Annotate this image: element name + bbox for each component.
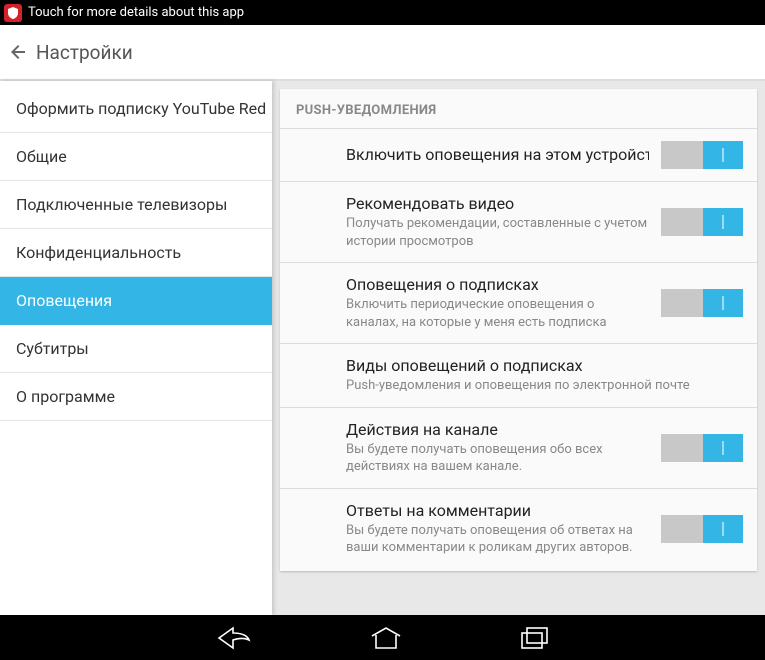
sidebar-item-4[interactable]: Оповещения — [0, 277, 272, 325]
setting-row-3[interactable]: Виды оповещений о подписках Push-уведомле… — [280, 344, 757, 407]
setting-title: Оповещения о подписках — [346, 275, 649, 294]
toggle-knob — [703, 434, 743, 462]
toggle-knob — [703, 141, 743, 169]
toggle-knob — [703, 208, 743, 236]
setting-row-0[interactable]: Включить оповещения на этом устройстве — [280, 129, 757, 181]
sidebar-item-3[interactable]: Конфиденциальность — [0, 229, 272, 277]
setting-subtitle: Включить периодические оповещения о кана… — [346, 296, 649, 331]
toggle-switch[interactable] — [661, 515, 743, 543]
setting-text: Оповещения о подписках Включить периодиче… — [346, 275, 661, 331]
main-panel: PUSH-УВЕДОМЛЕНИЯ Включить оповещения на … — [272, 81, 765, 615]
status-bar-text: Touch for more details about this app — [28, 5, 244, 20]
setting-text: Виды оповещений о подписках Push-уведомле… — [346, 356, 743, 395]
action-bar: Настройки — [0, 25, 765, 81]
setting-row-1[interactable]: Рекомендовать видео Получать рекомендации… — [280, 182, 757, 262]
sidebar-item-label: Общие — [16, 147, 67, 166]
back-icon[interactable] — [8, 42, 28, 62]
navigation-bar — [0, 615, 765, 660]
nav-back-icon[interactable] — [217, 626, 251, 650]
sidebar-item-label: Субтитры — [16, 339, 89, 358]
sidebar-item-label: Оповещения — [16, 291, 112, 310]
setting-text: Включить оповещения на этом устройстве — [346, 145, 661, 166]
toggle-switch[interactable] — [661, 141, 743, 169]
setting-title: Действия на канале — [346, 420, 649, 439]
toggle-switch[interactable] — [661, 208, 743, 236]
sidebar-item-1[interactable]: Общие — [0, 133, 272, 181]
setting-subtitle: Получать рекомендации, составленные с уч… — [346, 215, 649, 250]
section-header: PUSH-УВЕДОМЛЕНИЯ — [280, 89, 757, 128]
shield-icon — [4, 4, 22, 22]
page-title: Настройки — [36, 41, 133, 64]
sidebar-item-label: О программе — [16, 387, 115, 406]
setting-text: Ответы на комментарии Вы будете получать … — [346, 501, 661, 557]
content-area: Оформить подписку YouTube Red Общие Подклю… — [0, 81, 765, 615]
setting-text: Рекомендовать видео Получать рекомендации… — [346, 194, 661, 250]
status-bar[interactable]: Touch for more details about this app — [0, 0, 765, 25]
setting-row-2[interactable]: Оповещения о подписках Включить периодиче… — [280, 263, 757, 343]
setting-row-4[interactable]: Действия на канале Вы будете получать опо… — [280, 408, 757, 488]
setting-title: Виды оповещений о подписках — [346, 356, 731, 375]
sidebar-item-6[interactable]: О программе — [0, 373, 272, 421]
toggle-knob — [703, 289, 743, 317]
setting-text: Действия на канале Вы будете получать опо… — [346, 420, 661, 476]
sidebar-item-label: Подключенные телевизоры — [16, 195, 227, 214]
sidebar-item-label: Конфиденциальность — [16, 243, 181, 262]
nav-home-icon[interactable] — [371, 627, 401, 649]
setting-subtitle: Вы будете получать оповещения обо всех д… — [346, 441, 649, 476]
sidebar-item-2[interactable]: Подключенные телевизоры — [0, 181, 272, 229]
setting-row-5[interactable]: Ответы на комментарии Вы будете получать … — [280, 489, 757, 569]
settings-card: PUSH-УВЕДОМЛЕНИЯ Включить оповещения на … — [280, 89, 757, 571]
toggle-switch[interactable] — [661, 434, 743, 462]
toggle-switch[interactable] — [661, 289, 743, 317]
setting-subtitle: Вы будете получать оповещения об ответах… — [346, 522, 649, 557]
toggle-knob — [703, 515, 743, 543]
sidebar-item-0[interactable]: Оформить подписку YouTube Red — [0, 85, 272, 133]
setting-title: Рекомендовать видео — [346, 194, 649, 213]
nav-recent-icon[interactable] — [521, 627, 549, 649]
sidebar-item-5[interactable]: Субтитры — [0, 325, 272, 373]
setting-subtitle: Push-уведомления и оповещения по электро… — [346, 377, 731, 395]
setting-title: Включить оповещения на этом устройстве — [346, 145, 649, 164]
sidebar-item-label: Оформить подписку YouTube Red — [16, 99, 266, 118]
setting-title: Ответы на комментарии — [346, 501, 649, 520]
sidebar: Оформить подписку YouTube Red Общие Подклю… — [0, 81, 272, 615]
